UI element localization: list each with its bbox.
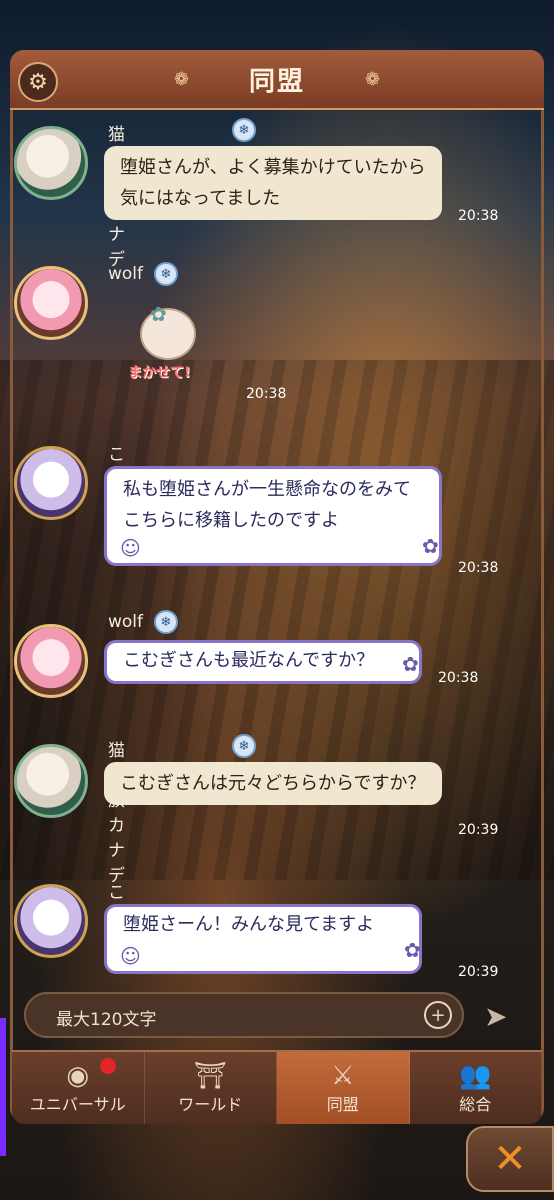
- message-bubble: こむぎさんも最近なんですか？: [104, 640, 422, 684]
- tab-world[interactable]: ⛩ ワールド: [145, 1052, 277, 1124]
- sticker-caption: まかせて!: [128, 365, 191, 381]
- message-text: 堕姫さーん！みんな見てますよ: [123, 914, 375, 935]
- close-button[interactable]: ✕: [466, 1126, 554, 1192]
- character-sticker-icon: ✿: [422, 534, 439, 558]
- message-text: こむぎさんも最近なんですか？: [123, 650, 375, 671]
- people-icon: 👥: [459, 1061, 492, 1091]
- mascot-icon: ☺: [120, 536, 141, 560]
- tab-label: 総合: [459, 1095, 492, 1114]
- message-text: 私も堕姫さんが一生懸命なのをみてこちらに移籍したのですよ: [123, 479, 411, 531]
- avatar[interactable]: [14, 126, 88, 200]
- tab-universal[interactable]: ◉ ユニバーサル: [12, 1052, 145, 1124]
- globe-icon: ◉: [66, 1061, 90, 1091]
- timestamp: 20:38: [458, 208, 499, 224]
- timestamp: 20:38: [438, 670, 479, 686]
- tab-label: ユニバーサル: [29, 1095, 126, 1114]
- message-bubble: 堕姫さーん！みんな見てますよ: [104, 904, 422, 974]
- timestamp: 20:39: [458, 964, 499, 976]
- rank-badge-icon: ❄: [154, 610, 178, 634]
- message-bubble: 私も堕姫さんが一生懸命なのをみてこちらに移籍したのですよ: [104, 466, 442, 566]
- send-icon[interactable]: ➤: [484, 1000, 507, 1033]
- message-bubble: 堕姫さんが、よく募集かけていたから気にはなってました: [104, 146, 442, 220]
- sticker-character: [140, 308, 196, 360]
- message-bubble: こむぎさんは元々どちらからですか？: [104, 762, 442, 805]
- avatar[interactable]: [14, 744, 88, 818]
- gate-icon: ⛩: [193, 1061, 227, 1091]
- character-sticker-icon: ✿: [404, 938, 421, 962]
- plus-icon[interactable]: +: [424, 1001, 452, 1029]
- timestamp: 20:39: [458, 822, 499, 838]
- avatar[interactable]: [14, 446, 88, 520]
- right-ornament-icon: ❁: [365, 68, 381, 90]
- message-input[interactable]: 最大120文字 +: [24, 992, 464, 1038]
- timestamp: 20:38: [458, 560, 499, 576]
- username: wolf: [108, 612, 144, 632]
- channel-tab-bar: ◉ ユニバーサル ⛩ ワールド ⚔ 同盟 👥 総合: [12, 1050, 542, 1124]
- avatar[interactable]: [14, 884, 88, 958]
- tab-label: 同盟: [326, 1095, 359, 1114]
- bow-icon: ✿: [150, 302, 167, 326]
- tab-alliance[interactable]: ⚔ 同盟: [277, 1052, 410, 1124]
- crossed-swords-icon: ⚔: [331, 1061, 355, 1091]
- left-ornament-icon: ❁: [173, 68, 189, 90]
- tab-label: ワールド: [178, 1095, 243, 1114]
- timestamp: 20:38: [246, 386, 287, 402]
- chat-header: ❁ 同盟 ❁: [10, 50, 544, 110]
- notification-dot: [100, 1058, 116, 1074]
- edge-indicator: [0, 1018, 6, 1156]
- rank-badge-icon: ❄: [232, 118, 256, 142]
- input-placeholder: 最大120文字: [56, 1010, 157, 1030]
- tab-general[interactable]: 👥 総合: [410, 1052, 542, 1124]
- page-title: 同盟: [248, 66, 305, 97]
- close-icon: ✕: [493, 1136, 527, 1182]
- rank-badge-icon: ❄: [154, 262, 178, 286]
- gear-icon[interactable]: ⚙: [18, 62, 58, 102]
- character-sticker-icon: ✿: [402, 652, 419, 676]
- avatar[interactable]: [14, 624, 88, 698]
- mascot-icon: ☺: [120, 944, 141, 968]
- avatar[interactable]: [14, 266, 88, 340]
- username: 猫霊族カナデ: [108, 741, 125, 886]
- username: wolf: [108, 264, 144, 284]
- rank-badge-icon: ❄: [232, 734, 256, 758]
- sticker-image: ✿ まかせて!: [126, 302, 204, 392]
